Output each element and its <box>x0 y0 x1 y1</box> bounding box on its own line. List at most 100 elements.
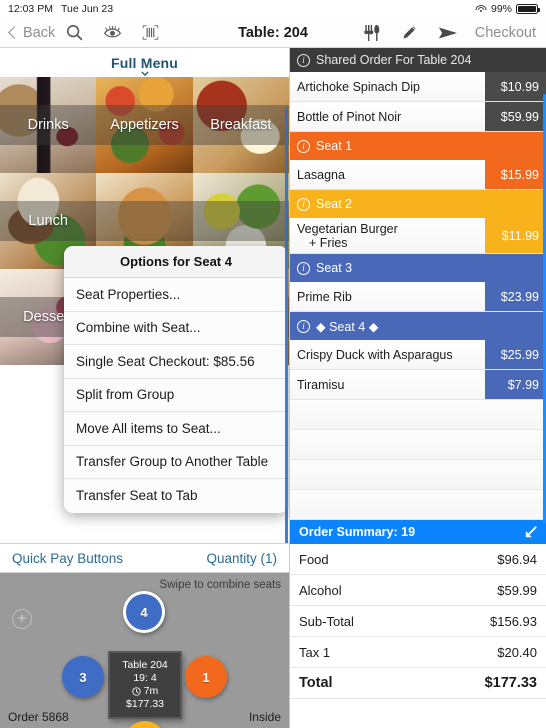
item-price: $23.99 <box>485 282 546 311</box>
item-name: Lasagna <box>297 167 345 182</box>
item-price: $25.99 <box>485 340 546 369</box>
quantity-link[interactable]: Quantity (1) <box>206 551 277 566</box>
quick-pay-buttons-link[interactable]: Quick Pay Buttons <box>12 551 123 566</box>
tile-label <box>192 201 289 241</box>
summary-label: Food <box>299 551 329 567</box>
menu-item-transfer-seat-to-tab[interactable]: Transfer Seat to Tab <box>64 479 288 513</box>
app-screen: 12:03 PM Tue Jun 23 99% Back Table: 204 … <box>0 0 546 728</box>
back-button[interactable]: Back <box>0 25 55 41</box>
seat-options-popup: Options for Seat 4 Seat Properties... Co… <box>64 246 288 513</box>
send-icon[interactable] <box>429 25 467 41</box>
summary-row-total: Total $177.33 <box>290 668 546 699</box>
seat-label: ◆ Seat 4 ◆ <box>316 319 379 334</box>
location-label: Inside <box>248 710 281 724</box>
item-name: Prime Rib <box>297 289 352 304</box>
summary-label: Alcohol <box>299 582 342 598</box>
order-item-row[interactable]: Prime Rib $23.99 <box>290 282 546 312</box>
order-item-row[interactable]: Lasagna $15.99 <box>290 160 546 190</box>
category-tile[interactable]: Breakfast <box>192 77 289 173</box>
barcode-icon[interactable] <box>131 24 169 41</box>
empty-order-row[interactable] <box>290 430 546 460</box>
item-name: Tiramisu <box>297 377 345 392</box>
main-content: Full Menu Drinks Appetizers Breakfast Lu… <box>0 48 546 728</box>
full-menu-label: Full Menu <box>110 54 179 71</box>
status-date: Tue Jun 23 <box>60 3 114 15</box>
back-label: Back <box>23 24 56 41</box>
battery-icon <box>516 4 540 14</box>
order-item-row[interactable]: Vegetarian Burger + Fries $11.99 <box>290 218 546 254</box>
checkout-button[interactable]: Checkout <box>467 25 536 41</box>
search-icon[interactable] <box>55 24 93 41</box>
quick-pay-bar: Quick Pay Buttons Quantity (1) <box>0 543 289 573</box>
menu-item-combine-with-seat[interactable]: Combine with Seat... <box>64 311 288 345</box>
chevron-down-icon <box>140 71 149 76</box>
pencil-icon[interactable] <box>391 24 429 41</box>
menu-scrollbar[interactable] <box>285 108 288 588</box>
seat-node-4[interactable]: 4 <box>123 591 165 633</box>
order-item-row[interactable]: Tiramisu $7.99 <box>290 370 546 400</box>
seat-header-2[interactable]: i Seat 2 <box>290 190 546 218</box>
item-price: $15.99 <box>485 160 546 189</box>
category-tile[interactable]: Drinks <box>0 77 97 173</box>
tile-label: Lunch <box>0 201 97 241</box>
order-item-row[interactable]: Bottle of Pinot Noir $59.99 <box>290 102 546 132</box>
table-node[interactable]: Table 204 19: 4 7m $177.33 <box>108 651 182 719</box>
menu-item-single-seat-checkout[interactable]: Single Seat Checkout: $85.56 <box>64 345 288 379</box>
category-tile[interactable]: Appetizers <box>96 77 193 173</box>
menu-item-move-all-items[interactable]: Move All items to Seat... <box>64 412 288 446</box>
order-item-row[interactable]: Crispy Duck with Asparagus $25.99 <box>290 340 546 370</box>
shared-order-header[interactable]: i Shared Order For Table 204 <box>290 48 546 72</box>
order-item-row[interactable]: Artichoke Spinach Dip $10.99 <box>290 72 546 102</box>
summary-value: $96.94 <box>497 551 537 567</box>
item-name: Vegetarian Burger <box>297 221 398 236</box>
seat-node-3[interactable]: 3 <box>62 656 104 698</box>
summary-label: Total <box>299 675 333 691</box>
info-circle-icon[interactable]: i <box>297 139 310 153</box>
menu-item-seat-properties[interactable]: Seat Properties... <box>64 278 288 312</box>
plus-circle-icon[interactable]: + <box>12 609 32 629</box>
chevron-left-icon <box>8 26 21 39</box>
utensils-icon[interactable] <box>353 24 391 42</box>
clock-icon <box>132 687 141 696</box>
order-summary-header[interactable]: Order Summary: 19 <box>290 520 546 544</box>
menu-pane: Full Menu Drinks Appetizers Breakfast Lu… <box>0 48 289 728</box>
map-footer: Order 5868 Inside <box>0 710 289 724</box>
table-layout-map: Swipe to combine seats + Table 204 19: 4… <box>0 573 289 728</box>
top-toolbar: Back Table: 204 Checkout <box>0 18 546 48</box>
info-circle-icon[interactable]: i <box>297 197 310 211</box>
empty-order-row[interactable] <box>290 400 546 430</box>
info-circle-icon[interactable]: i <box>297 261 310 275</box>
info-circle-icon[interactable]: i <box>297 53 310 67</box>
collapse-arrow-icon[interactable] <box>523 525 538 540</box>
empty-order-row[interactable] <box>290 460 546 490</box>
summary-value: $156.93 <box>490 613 537 629</box>
seat-header-3[interactable]: i Seat 3 <box>290 254 546 282</box>
eye-icon[interactable] <box>93 25 131 40</box>
popup-title: Options for Seat 4 <box>64 246 288 278</box>
seat-header-1[interactable]: i Seat 1 <box>290 132 546 160</box>
summary-label: Tax 1 <box>299 644 331 660</box>
item-modifier: + Fries <box>309 235 348 250</box>
wifi-icon <box>475 4 487 14</box>
seat-node-1[interactable]: 1 <box>185 656 227 698</box>
battery-percent: 99% <box>490 3 512 15</box>
item-name: Artichoke Spinach Dip <box>297 79 420 94</box>
tile-label: Breakfast <box>192 105 289 145</box>
item-name: Bottle of Pinot Noir <box>297 109 402 124</box>
summary-label: Sub-Total <box>299 613 354 629</box>
summary-row-subtotal: Sub-Total $156.93 <box>290 606 546 637</box>
order-pane: i Shared Order For Table 204 Artichoke S… <box>289 48 546 728</box>
table-node-name: Table 204 <box>122 659 168 671</box>
item-name: Crispy Duck with Asparagus <box>297 347 453 362</box>
empty-order-row[interactable] <box>290 490 546 520</box>
full-menu-header[interactable]: Full Menu <box>0 48 289 77</box>
menu-item-split-from-group[interactable]: Split from Group <box>64 378 288 412</box>
info-circle-icon[interactable]: i <box>297 319 310 333</box>
summary-value: $177.33 <box>484 675 537 691</box>
tile-label <box>96 201 193 241</box>
swipe-hint-label: Swipe to combine seats <box>159 579 281 591</box>
seat-label: Seat 2 <box>316 197 353 211</box>
menu-item-transfer-group[interactable]: Transfer Group to Another Table <box>64 445 288 479</box>
seat-header-4[interactable]: i ◆ Seat 4 ◆ <box>290 312 546 340</box>
summary-value: $20.40 <box>497 644 537 660</box>
